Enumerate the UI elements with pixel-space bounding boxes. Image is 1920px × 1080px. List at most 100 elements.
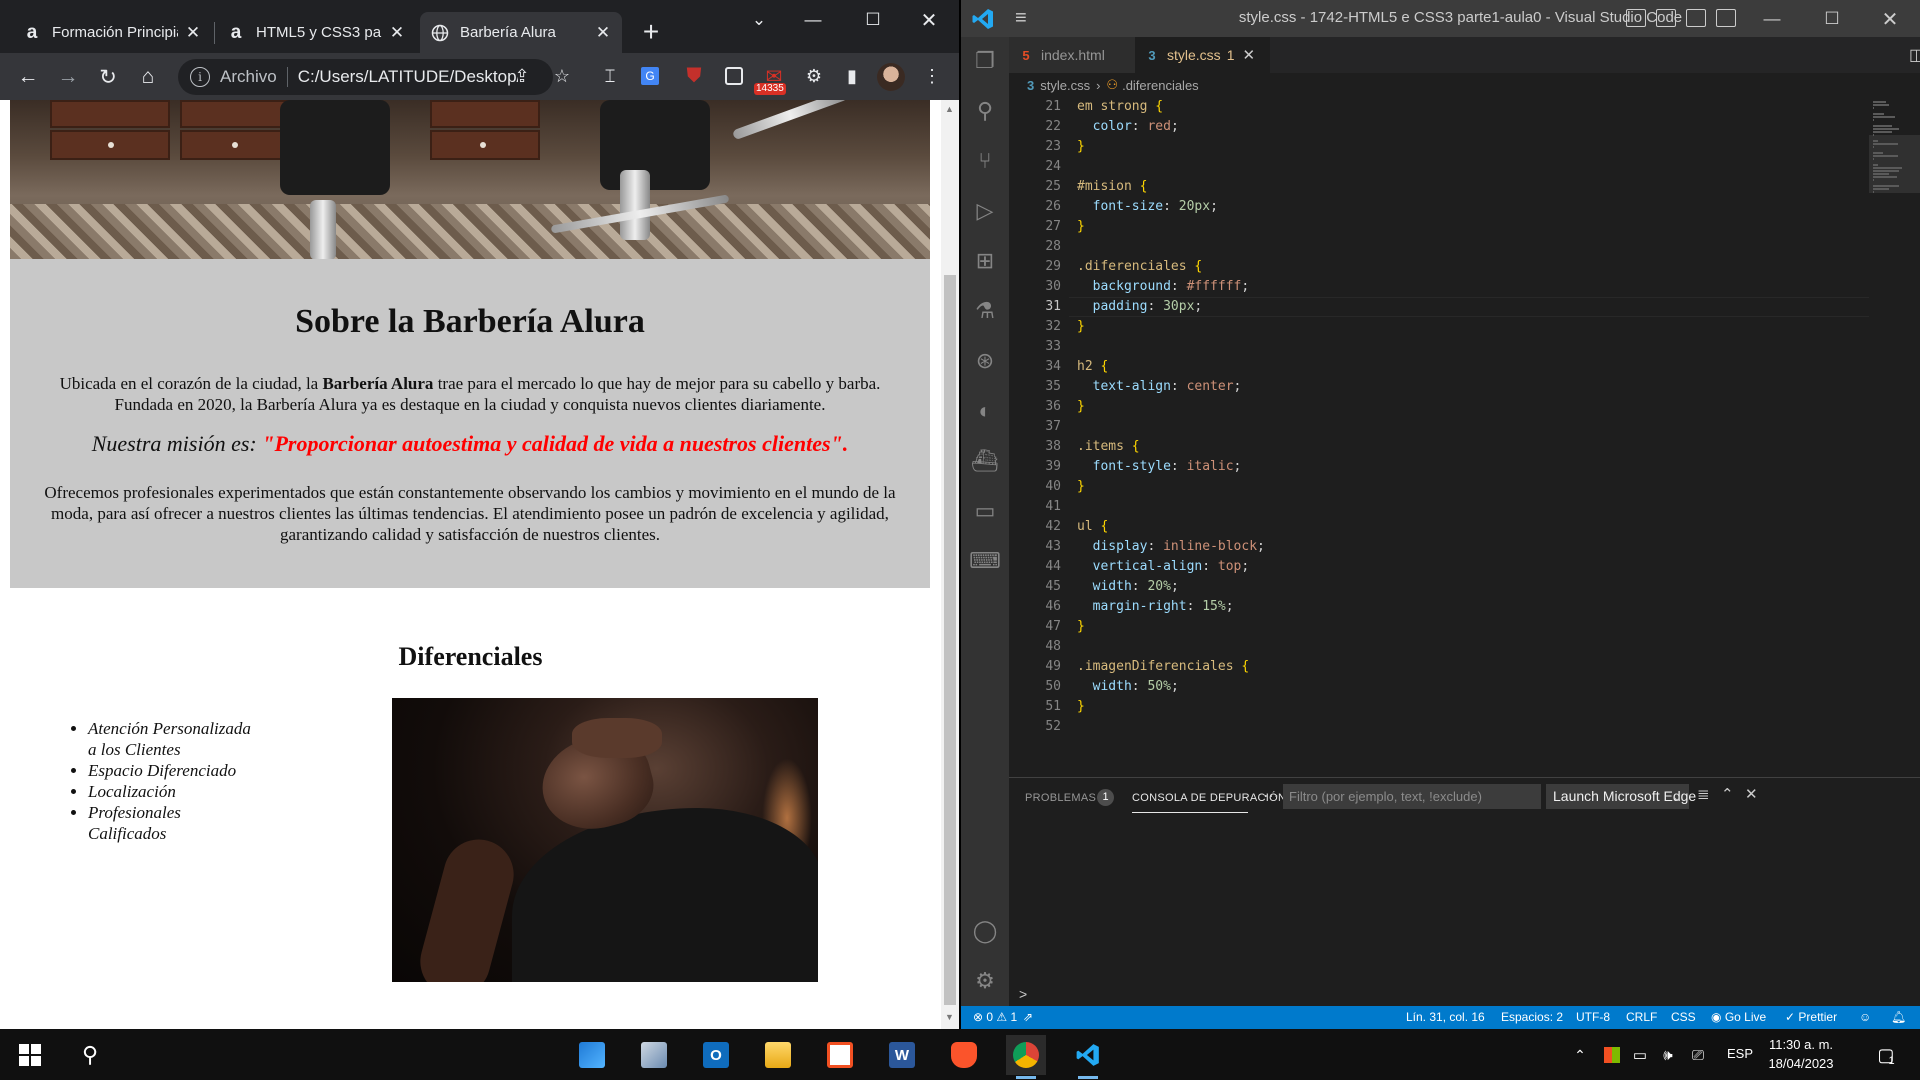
close-window-button[interactable]: ✕: [1867, 4, 1913, 34]
chrome-icon[interactable]: [1006, 1035, 1046, 1079]
extensions-icon[interactable]: ⊞: [971, 247, 999, 275]
search-icon[interactable]: ⚲: [70, 1035, 110, 1075]
kebab-menu-icon[interactable]: ⋮: [918, 62, 946, 90]
code-line[interactable]: 29 .diferenciales {: [1009, 257, 1869, 277]
browser-tab[interactable]: a Formación Principiante en Pro ✕: [12, 12, 212, 53]
filter-input[interactable]: Filtro (por ejemplo, text, !exclude): [1283, 784, 1541, 809]
go-live-button[interactable]: ◉ Go Live: [1711, 1010, 1766, 1024]
side-panel-icon[interactable]: ▮: [838, 62, 866, 90]
toggle-secondary-sidebar-icon[interactable]: [1686, 9, 1706, 27]
code-line[interactable]: 24: [1009, 157, 1869, 177]
console-prompt[interactable]: >: [1019, 986, 1027, 1002]
feedback-icon[interactable]: ☺: [1859, 1010, 1871, 1024]
maximize-button[interactable]: ☐: [1809, 4, 1855, 34]
snipping-icon[interactable]: [634, 1035, 674, 1075]
profile-avatar[interactable]: [877, 63, 905, 91]
code-line[interactable]: 33: [1009, 337, 1869, 357]
tab-style-css[interactable]: 3 style.css 1 ✕: [1135, 37, 1270, 73]
address-bar[interactable]: i Archivo C:/Users/LATITUDE/Desktop/barb…: [178, 59, 553, 95]
breadcrumb-symbol[interactable]: .diferenciales: [1122, 78, 1199, 93]
scrollbar-thumb[interactable]: [944, 275, 956, 1005]
code-line[interactable]: 40}: [1009, 477, 1869, 497]
customize-layout-icon[interactable]: [1716, 9, 1736, 27]
word-icon[interactable]: W: [882, 1035, 922, 1075]
code-line[interactable]: 32}: [1009, 317, 1869, 337]
code-line[interactable]: 26 font-size: 20px;: [1009, 197, 1869, 217]
new-tab-button[interactable]: +: [638, 18, 664, 46]
code-line[interactable]: 36}: [1009, 397, 1869, 417]
terminal-icon[interactable]: ⌨: [969, 547, 1001, 575]
code-line[interactable]: 35 text-align: center;: [1009, 377, 1869, 397]
source-control-icon[interactable]: ⑂: [971, 147, 999, 175]
code-line[interactable]: 51}: [1009, 697, 1869, 717]
google-translate-icon[interactable]: G: [636, 62, 664, 90]
code-line[interactable]: 21 em strong {: [1009, 97, 1869, 117]
vscode-icon[interactable]: [1068, 1035, 1108, 1079]
code-editor[interactable]: 21 em strong {22 color: red; 23} 24 25 #misio…: [1009, 97, 1920, 777]
ublock-icon[interactable]: ⛊: [680, 62, 708, 90]
close-window-button[interactable]: ✕: [906, 4, 952, 36]
end-of-line[interactable]: CRLF: [1626, 1010, 1657, 1024]
windows-start-icon[interactable]: [10, 1035, 50, 1075]
file-explorer-icon[interactable]: [758, 1035, 798, 1075]
code-line[interactable]: 41: [1009, 497, 1869, 517]
code-line[interactable]: 52: [1009, 717, 1869, 737]
code-line[interactable]: 38 .items {: [1009, 437, 1869, 457]
indentation[interactable]: Espacios: 2: [1501, 1010, 1563, 1024]
launch-config-select[interactable]: Launch Microsoft Edge ⌄: [1546, 784, 1696, 809]
clear-console-icon[interactable]: ≣: [1697, 785, 1710, 803]
bookmark-star-icon[interactable]: ☆: [548, 62, 576, 90]
code-line[interactable]: 39 font-style: italic;: [1009, 457, 1869, 477]
folder-icon[interactable]: ▭: [971, 497, 999, 525]
browser-tab[interactable]: a HTML5 y CSS3 parte 1: Mi prim ✕: [216, 12, 416, 53]
extension-icon[interactable]: [720, 62, 748, 90]
explorer-icon[interactable]: ❐: [971, 47, 999, 75]
code-line[interactable]: 49 .imagenDiferenciales {: [1009, 657, 1869, 677]
code-line[interactable]: 30 background: #ffffff;: [1009, 277, 1869, 297]
search-icon[interactable]: ⚲: [971, 97, 999, 125]
code-line[interactable]: 22 color: red;: [1009, 117, 1869, 137]
code-line[interactable]: 43 display: inline-block;: [1009, 537, 1869, 557]
prettier-status[interactable]: ✓ Prettier: [1785, 1010, 1837, 1024]
minimize-button[interactable]: —: [1749, 4, 1795, 34]
code-line[interactable]: 23}: [1009, 137, 1869, 157]
minimap[interactable]: [1869, 97, 1920, 777]
code-line[interactable]: 28: [1009, 237, 1869, 257]
brave-icon[interactable]: [944, 1035, 984, 1075]
tab-problems[interactable]: PROBLEMAS: [1025, 792, 1096, 804]
gear-icon[interactable]: ⚙: [971, 967, 999, 995]
language-indicator[interactable]: ESP: [1727, 1046, 1753, 1061]
home-icon[interactable]: ⌂: [132, 61, 164, 93]
browser-tab-active[interactable]: Barbería Alura ✕: [420, 12, 622, 53]
notification-center-icon[interactable]: ▢ 1: [1866, 1035, 1906, 1075]
store-icon[interactable]: [820, 1035, 860, 1075]
back-arrow-icon[interactable]: ←: [12, 61, 44, 93]
run-debug-icon[interactable]: ▷: [971, 197, 999, 225]
tab-index-html[interactable]: 5 index.html: [1009, 37, 1135, 73]
minimize-button[interactable]: —: [790, 4, 836, 36]
chevron-up-icon[interactable]: ⌃: [1721, 785, 1734, 803]
live-share-icon[interactable]: ⇗: [1023, 1010, 1033, 1024]
git-graph-icon[interactable]: ⊛: [971, 347, 999, 375]
close-tab-icon[interactable]: ✕: [1242, 46, 1255, 64]
forward-arrow-icon[interactable]: →: [52, 61, 84, 93]
testing-icon[interactable]: ⚗: [971, 297, 999, 325]
code-line[interactable]: 45 width: 20%;: [1009, 577, 1869, 597]
share-icon[interactable]: ⇪: [508, 62, 536, 90]
docker-icon[interactable]: ⛴: [971, 447, 999, 475]
code-line[interactable]: 50 width: 50%;: [1009, 677, 1869, 697]
code-line[interactable]: 34 h2 {: [1009, 357, 1869, 377]
network-icon[interactable]: ⎚: [1678, 1035, 1718, 1075]
url-text[interactable]: C:/Users/LATITUDE/Desktop/barberia/index…: [298, 67, 518, 87]
notifications-bell-icon[interactable]: 🔔︎: [1891, 1010, 1906, 1024]
code-line[interactable]: 46 margin-right: 15%;: [1009, 597, 1869, 617]
close-tab-icon[interactable]: ✕: [594, 23, 612, 42]
scroll-down-icon[interactable]: ▼: [945, 1012, 954, 1022]
reload-icon[interactable]: ↻: [92, 61, 124, 93]
errors-warnings[interactable]: ⊗ 0 ⚠ 1: [973, 1010, 1017, 1024]
scroll-up-icon[interactable]: ▲: [945, 104, 954, 114]
language-mode[interactable]: CSS: [1671, 1010, 1696, 1024]
tab-search-icon[interactable]: ⌄: [736, 4, 782, 36]
more-tabs-icon[interactable]: ⋯: [1263, 786, 1279, 806]
code-line[interactable]: 25 #mision {: [1009, 177, 1869, 197]
